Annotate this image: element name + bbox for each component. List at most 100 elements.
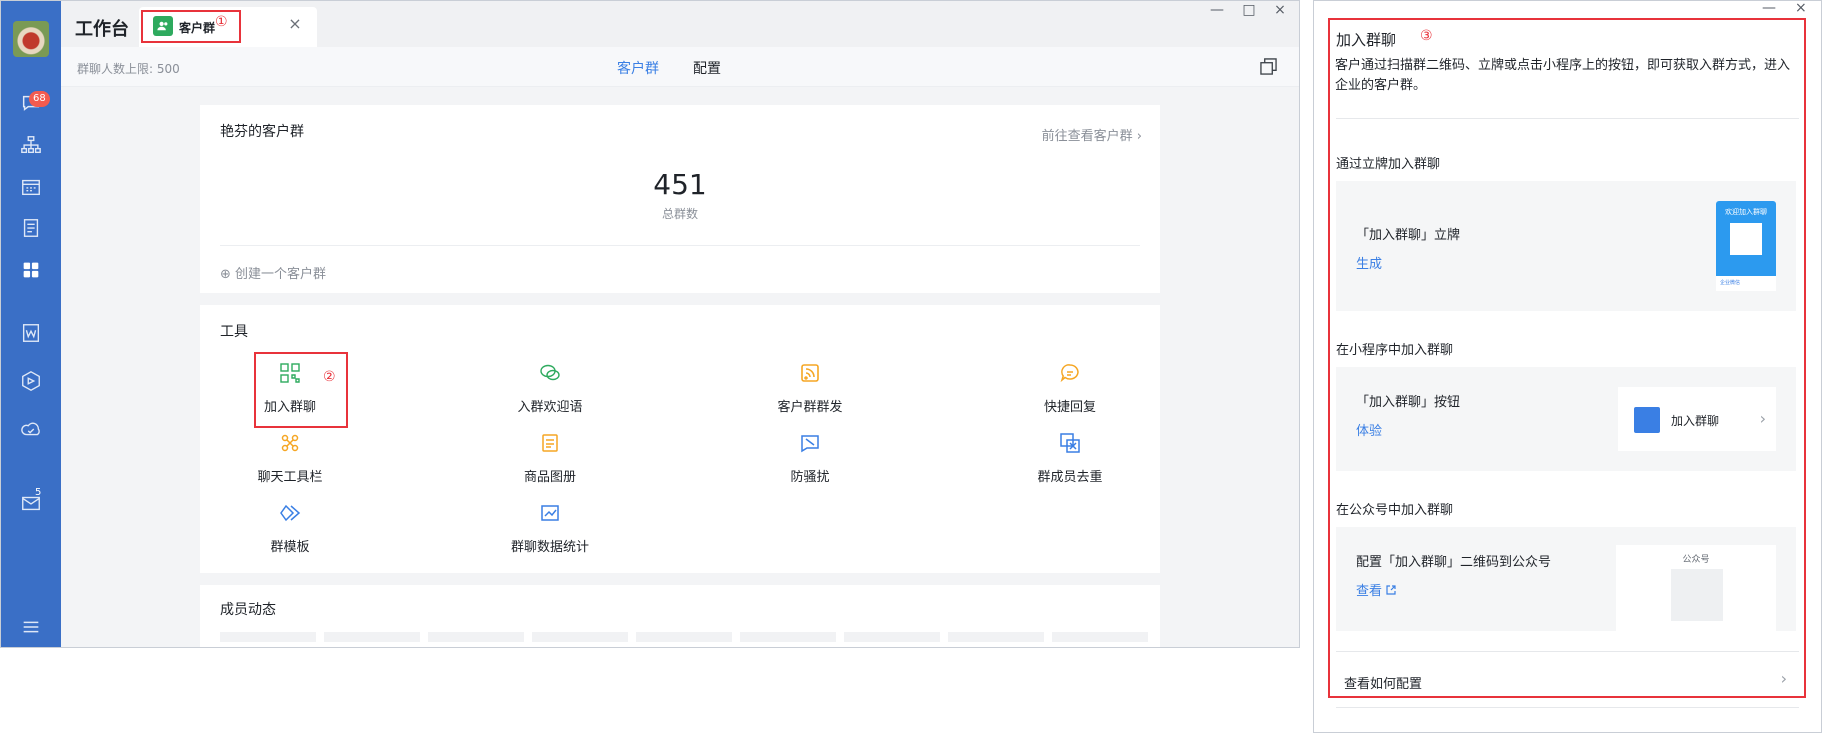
view-link-label: 前往查看客户群 — [1041, 129, 1133, 144]
close-button[interactable]: × — [1272, 2, 1288, 18]
minimize-button[interactable]: — — [1209, 2, 1225, 18]
member-activity-card: 成员动态 — [200, 585, 1160, 647]
tool-product-catalog[interactable]: 商品图册 — [470, 432, 630, 485]
org-chart-icon[interactable] — [19, 133, 43, 157]
panel-description: 客户通过扫描群二维码、立牌或点击小程序上的按钮，即可获取入群方式，进入企业的客户… — [1335, 58, 1791, 93]
view-link-label: 查看 — [1356, 584, 1383, 599]
join-group-panel: — × 加入群聊 ③ 客户通过扫描群二维码、立牌或点击小程序上的按钮，即可获取入… — [1313, 0, 1822, 733]
maximize-button[interactable]: □ — [1241, 2, 1257, 18]
join-button-preview: 加入群聊 › — [1618, 387, 1776, 451]
wechat-bubble-icon — [540, 364, 560, 381]
member-limit-text: 群聊人数上限: 500 — [77, 62, 180, 76]
tool-welcome-message[interactable]: 入群欢迎语 — [470, 362, 630, 415]
annotation-marker-1: ① — [215, 14, 228, 30]
subtab-config[interactable]: 配置 — [693, 58, 721, 78]
qrcode-icon — [280, 363, 300, 383]
external-link-icon — [1386, 585, 1396, 595]
customer-group-card: 艳芬的客户群 前往查看客户群 › 451 总群数 ⊕ 创建一个客户群 — [200, 105, 1160, 293]
tool-dedupe-members[interactable]: 群成员去重 — [990, 432, 1150, 485]
section-official-account-box: 配置「加入群聊」二维码到公众号 查看 公众号 — [1336, 527, 1796, 633]
tool-chat-toolbar[interactable]: 聊天工具栏 — [210, 432, 370, 485]
main-window: 68 5 工作台 客户群 ① × — □ × 群聊人数上限: 500 客户群 配… — [0, 0, 1300, 648]
try-link[interactable]: 体验 — [1356, 420, 1382, 439]
tool-group-stats[interactable]: 群聊数据统计 — [470, 502, 630, 555]
tool-group-template[interactable]: 群模板 — [210, 502, 370, 555]
hexagon-icon[interactable] — [19, 369, 43, 393]
template-icon — [280, 504, 301, 522]
avatar[interactable] — [13, 21, 49, 57]
customer-group-title: 艳芬的客户群 — [220, 124, 304, 140]
annotation-marker-3: ③ — [1420, 28, 1433, 44]
app-title: 工作台 — [75, 19, 129, 40]
popout-window-icon[interactable] — [1260, 58, 1277, 75]
panel-divider-footer — [1336, 707, 1799, 708]
config-name: 配置「加入群聊」二维码到公众号 — [1356, 555, 1552, 570]
view-customer-groups-link[interactable]: 前往查看客户群 › — [1042, 125, 1142, 144]
subtab-customer-group[interactable]: 客户群 — [617, 58, 659, 78]
left-sidebar: 68 5 — [1, 1, 61, 647]
card-divider — [220, 245, 1140, 246]
join-button-label: 加入群聊 — [1671, 414, 1720, 428]
menu-icon[interactable] — [19, 615, 43, 639]
tool-label: 群成员去重 — [1037, 470, 1103, 485]
chevron-right-icon: › — [1136, 129, 1142, 144]
toolbar-icon — [281, 434, 299, 452]
section-heading-poster: 通过立牌加入群聊 — [1336, 157, 1441, 172]
chevron-right-icon: › — [1759, 409, 1766, 428]
section-poster-box: 「加入群聊」立牌 生成 欢迎加入群聊 企业微信 — [1336, 181, 1796, 311]
poster-preview: 欢迎加入群聊 企业微信 — [1716, 201, 1776, 291]
group-avatar-icon — [1634, 407, 1660, 433]
poster-footer: 企业微信 — [1716, 276, 1776, 291]
tool-label: 群模板 — [270, 540, 310, 555]
tool-label: 防骚扰 — [790, 470, 830, 485]
tool-group-broadcast[interactable]: 客户群群发 — [730, 362, 890, 415]
tool-join-group[interactable]: 加入群聊 — [210, 362, 370, 415]
total-group-label: 总群数 — [661, 207, 698, 221]
tool-label: 聊天工具栏 — [257, 470, 323, 485]
broadcast-icon — [801, 364, 819, 382]
section-heading-miniprogram: 在小程序中加入群聊 — [1336, 343, 1454, 358]
poster-qrcode — [1730, 223, 1762, 255]
official-account-qrcode — [1671, 569, 1723, 621]
workbench-icon[interactable] — [19, 258, 43, 282]
generate-link[interactable]: 生成 — [1356, 253, 1382, 272]
panel-title: 加入群聊 — [1336, 31, 1397, 49]
tool-label: 客户群群发 — [777, 400, 843, 415]
quick-reply-icon — [1060, 364, 1079, 383]
view-link[interactable]: 查看 — [1356, 580, 1396, 599]
total-group-count: 451 — [653, 168, 707, 201]
customer-group-icon — [153, 16, 173, 36]
official-account-label: 公众号 — [1682, 555, 1710, 565]
catalog-icon — [542, 434, 558, 452]
poster-name: 「加入群聊」立牌 — [1356, 228, 1461, 243]
tab-label: 客户群 — [179, 21, 216, 35]
sub-nav-bar: 群聊人数上限: 500 客户群 配置 — [61, 47, 1299, 87]
tab-close-icon[interactable]: × — [287, 16, 303, 32]
mail-count: 5 — [35, 487, 42, 498]
tool-anti-harassment[interactable]: 防骚扰 — [730, 432, 890, 485]
panel-close-button[interactable]: × — [1795, 0, 1807, 16]
member-activity-strip — [220, 627, 1156, 642]
panel-minimize-button[interactable]: — — [1762, 0, 1776, 16]
create-group-link[interactable]: ⊕ 创建一个客户群 — [220, 263, 326, 282]
doc-w-icon[interactable] — [19, 321, 43, 345]
cloud-icon[interactable] — [19, 417, 43, 441]
stats-icon — [541, 505, 559, 521]
calendar-icon[interactable] — [19, 175, 43, 199]
button-name: 「加入群聊」按钮 — [1356, 395, 1461, 410]
how-to-config-link[interactable]: 查看如何配置 — [1344, 673, 1422, 692]
tool-label: 加入群聊 — [263, 400, 316, 415]
document-icon[interactable] — [19, 216, 43, 240]
section-heading-official-account: 在公众号中加入群聊 — [1336, 503, 1454, 518]
tool-quick-reply[interactable]: 快捷回复 — [990, 362, 1150, 415]
member-activity-title: 成员动态 — [220, 602, 276, 618]
dedupe-icon — [1060, 433, 1080, 453]
shield-flag-icon — [801, 435, 819, 453]
tools-title: 工具 — [220, 324, 248, 340]
chevron-right-icon: › — [1780, 669, 1787, 688]
panel-divider-bottom — [1336, 651, 1799, 652]
panel-divider — [1336, 118, 1799, 119]
official-account-preview: 公众号 — [1616, 545, 1776, 633]
message-count-badge: 68 — [29, 91, 50, 107]
tool-label: 入群欢迎语 — [517, 400, 583, 415]
